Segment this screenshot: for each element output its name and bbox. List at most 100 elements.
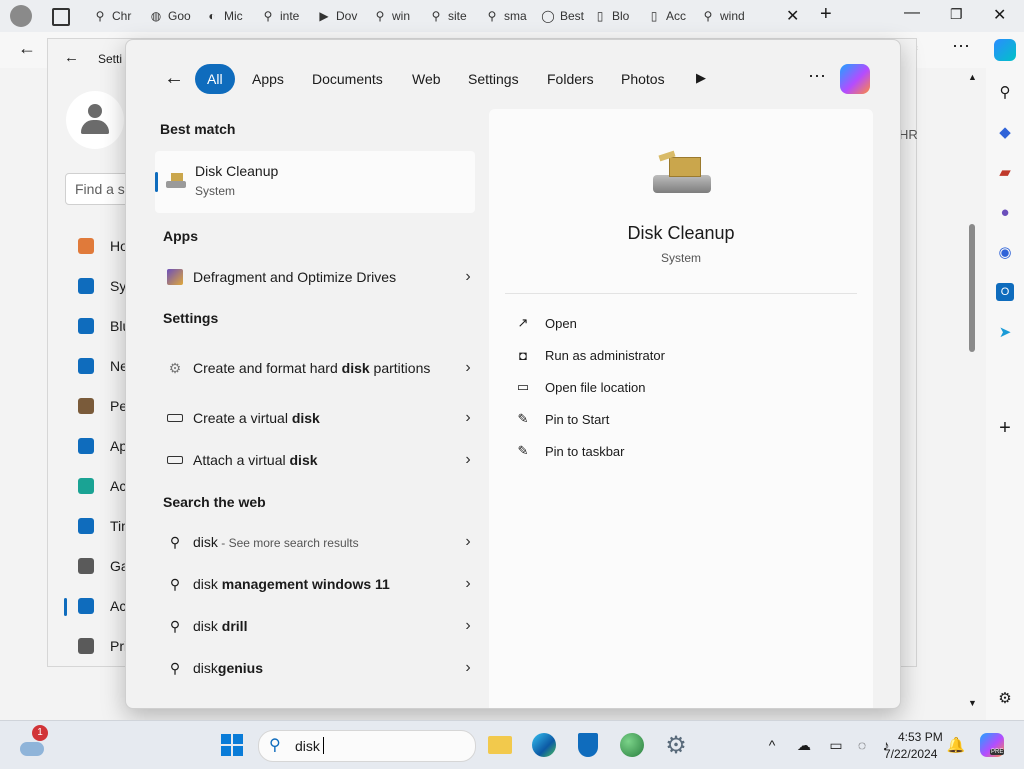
browser-tab[interactable]: ⚲ Chr [92, 4, 144, 28]
filter-photos[interactable]: Photos [607, 64, 679, 94]
settings-gear-icon[interactable]: ⚙ [993, 686, 1017, 710]
outlook-icon[interactable]: O [993, 280, 1017, 304]
scroll-up-icon[interactable]: ▲ [968, 72, 977, 82]
network-globe-icon[interactable] [618, 731, 646, 759]
settings-nav-item[interactable]: Ne [76, 349, 128, 383]
file-explorer-icon[interactable] [486, 731, 514, 759]
copilot-icon[interactable] [993, 38, 1017, 62]
search-icon: ⚲ [169, 575, 181, 592]
preview-action[interactable]: ◘ Run as administrator [515, 344, 665, 366]
people-icon[interactable]: ● [993, 200, 1017, 224]
start-icon[interactable] [218, 731, 246, 759]
filter-folders[interactable]: Folders [533, 64, 608, 94]
settings-result-format-partitions[interactable]: ⚙ Create and format hard disk partitions… [155, 348, 475, 388]
browser-tab[interactable]: ◍ Goo [148, 4, 200, 28]
settings-nav-item[interactable]: Ho [76, 229, 128, 263]
web-result[interactable]: ⚲ disk - See more search results › [155, 532, 475, 552]
scrollbar-thumb[interactable] [969, 224, 975, 352]
browser-tab[interactable]: ⚲ win [372, 4, 424, 28]
back-arrow-icon[interactable]: ← [18, 38, 36, 59]
more-options-icon[interactable]: ⋯ [808, 66, 826, 87]
filter-web[interactable]: Web [398, 64, 455, 94]
filter-documents[interactable]: Documents [298, 64, 397, 94]
clock-date[interactable]: 7/22/2024 [884, 747, 937, 761]
settings-result-create-vhd[interactable]: Create a virtual disk › [155, 408, 475, 428]
browser-tab[interactable]: ◐ Mic [204, 4, 256, 28]
toolbox-icon[interactable]: ▰ [993, 160, 1017, 184]
browser-tab-label: Acc [666, 9, 687, 23]
defender-shield-icon[interactable] [574, 731, 602, 759]
settings-result-prefix: Attach a virtual [193, 452, 290, 468]
wifi-icon [76, 356, 96, 376]
settings-nav-item[interactable]: Per [76, 389, 132, 423]
tab-actions-icon[interactable] [52, 8, 70, 26]
filter-all[interactable]: All [195, 64, 235, 94]
settings-back-icon[interactable]: ← [64, 49, 79, 66]
best-match-title: Disk Cleanup [195, 163, 279, 179]
settings-app-icon[interactable]: ⚙ [662, 731, 690, 759]
search-icon: ⚲ [431, 9, 441, 23]
new-tab-icon[interactable]: + [820, 3, 832, 26]
taskbar-search-input[interactable]: ⚲ disk [258, 730, 476, 762]
profile-avatar-icon[interactable] [10, 5, 32, 27]
browser-tab[interactable]: ◯ Best [540, 4, 592, 28]
copilot-taskbar-icon[interactable]: PRE [978, 731, 1006, 759]
browser-tab[interactable]: ▶ Dov [316, 4, 368, 28]
settings-result-attach-vhd[interactable]: Attach a virtual disk › [155, 450, 475, 470]
clock-time[interactable]: 4:53 PM [898, 730, 943, 744]
settings-nav-item[interactable]: Ga [76, 549, 129, 583]
preview-action[interactable]: ↗ Open [515, 312, 577, 334]
browser-tab[interactable]: ⚲ site [428, 4, 480, 28]
preview-action[interactable]: ▭ Open file location [515, 376, 646, 398]
close-window-icon[interactable]: ✕ [993, 5, 1006, 25]
circle-app-icon[interactable]: ◉ [993, 240, 1017, 264]
tray-chevron-icon[interactable]: ^ [758, 731, 786, 759]
tag-icon[interactable]: ◆ [993, 120, 1017, 144]
restore-icon[interactable]: ❐ [950, 6, 963, 23]
chevron-right-icon: › [465, 533, 471, 550]
filter-apps[interactable]: Apps [238, 64, 298, 94]
scroll-down-icon[interactable]: ▼ [968, 698, 977, 708]
search-icon[interactable]: ⚲ [993, 80, 1017, 104]
browser-tab-label: inte [280, 9, 300, 23]
onedrive-icon[interactable]: ☁ [790, 731, 818, 759]
app-result-defragment[interactable]: Defragment and Optimize Drives › [155, 267, 475, 287]
close-tab-icon[interactable]: ✕ [786, 6, 799, 26]
browser-tab[interactable]: ▯ Blo [592, 4, 644, 28]
chevron-right-icon: › [465, 659, 471, 676]
edge-icon[interactable] [530, 731, 558, 759]
web-result[interactable]: ⚲ diskgenius › [155, 658, 475, 678]
best-match-result[interactable]: Disk Cleanup System [155, 151, 475, 213]
more-options-icon[interactable]: ⋯ [952, 36, 970, 57]
browser-tab-label: Goo [168, 9, 191, 23]
browser-tab[interactable]: ⚲ wind [700, 4, 752, 28]
send-icon[interactable]: ➤ [993, 320, 1017, 344]
settings-nav-item[interactable]: Ap [76, 429, 127, 463]
more-filters-icon[interactable]: ▶ [696, 70, 706, 86]
flyout-back-icon[interactable]: ← [164, 67, 184, 90]
preview-pane: Disk Cleanup System ↗ Open ◘ Run as adminis… [489, 109, 873, 708]
add-icon[interactable]: + [993, 416, 1017, 440]
browser-tab-label: Best [560, 9, 585, 23]
filter-settings[interactable]: Settings [454, 64, 533, 94]
preview-action[interactable]: ✎ Pin to Start [515, 408, 610, 430]
browser-tab[interactable]: ▯ Acc [646, 4, 698, 28]
scrollbar[interactable]: ▲ ▼ [968, 72, 977, 712]
display-icon[interactable]: ▭ [822, 731, 850, 759]
copilot-icon[interactable] [840, 64, 870, 94]
preview-action[interactable]: ✎ Pin to taskbar [515, 440, 625, 462]
minimize-icon[interactable]: — [904, 4, 920, 22]
settings-result-prefix: Create a virtual [193, 410, 292, 426]
chevron-right-icon: › [465, 575, 471, 592]
settings-nav-item[interactable]: Pri [76, 629, 127, 663]
web-result[interactable]: ⚲ disk management windows 11 › [155, 574, 475, 594]
browser-tab-label: Blo [612, 9, 630, 23]
browser-tab[interactable]: ⚲ sma [484, 4, 536, 28]
best-match-heading: Best match [160, 121, 236, 137]
brush-icon [76, 396, 96, 416]
web-result[interactable]: ⚲ disk drill › [155, 616, 475, 636]
weather-icon[interactable]: 1 [18, 725, 48, 759]
settings-nav-item[interactable]: Blu [76, 309, 130, 343]
browser-tab[interactable]: ⚲ inte [260, 4, 312, 28]
notification-bell-icon[interactable]: 🔔 [942, 731, 970, 759]
